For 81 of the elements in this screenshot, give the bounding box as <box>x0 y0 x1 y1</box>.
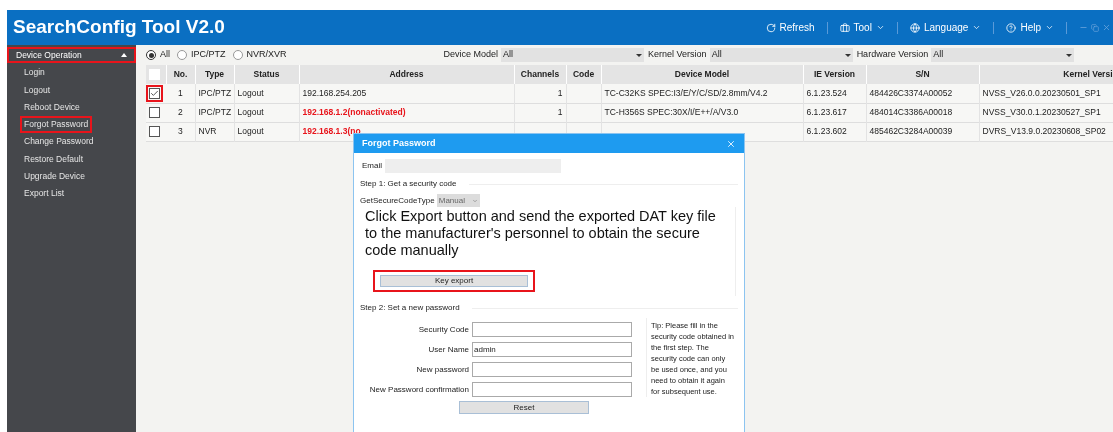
close-icon[interactable] <box>1102 23 1111 32</box>
section-label: Step 2: Set a new password <box>360 302 460 314</box>
check-icon <box>150 88 159 98</box>
table-cell: NVSS_V30.0.1.20230527_SP1 <box>979 103 1113 122</box>
input-field[interactable]: admin <box>472 342 632 357</box>
filter-label: Device Model <box>443 48 499 62</box>
sidebar-group[interactable]: Device Operation <box>9 49 134 61</box>
input-field[interactable] <box>472 382 632 397</box>
row-checkbox[interactable] <box>149 107 160 118</box>
sidebar-item[interactable]: Export List <box>22 187 67 201</box>
radio-option[interactable]: IPC/PTZ <box>177 48 226 62</box>
table-cell: 1 <box>514 84 566 103</box>
field-label: User Name <box>428 343 469 356</box>
table-cell: 1 <box>514 103 566 122</box>
sidebar-item[interactable]: Forgot Password <box>22 118 91 131</box>
table-cell: Logout <box>234 84 299 103</box>
menu-icon <box>1006 22 1017 33</box>
section-label: Step 1: Get a security code <box>360 178 457 190</box>
key-export-button[interactable]: Key export <box>380 275 528 287</box>
instruction-text: Click Export button and send the exported DAT key file to the manufacturer's personnel to obtain the secure code manually <box>364 208 717 259</box>
sidebar-item[interactable]: Reboot Device <box>22 100 82 114</box>
select-all-checkbox[interactable] <box>149 69 160 80</box>
menu-button[interactable]: Help <box>1006 20 1054 35</box>
table-cell: 192.168.254.205 <box>299 84 514 103</box>
triangle-icon <box>121 53 127 57</box>
table-cell: 3 <box>166 122 195 141</box>
table-cell: Logout <box>234 122 299 141</box>
caret-icon <box>1066 53 1073 57</box>
menu-icon <box>765 22 776 33</box>
table-cell: 6.1.23.617 <box>803 103 866 122</box>
caret-icon <box>636 53 643 57</box>
menu-button[interactable]: Refresh <box>765 20 815 35</box>
menu-icon <box>839 22 850 33</box>
input-field[interactable] <box>472 362 632 377</box>
sidebar-item[interactable]: Upgrade Device <box>22 170 87 183</box>
table-cell: 2 <box>166 103 195 122</box>
sidebar-item[interactable]: Logout <box>22 83 52 97</box>
reset-button[interactable]: Reset <box>459 401 589 414</box>
caret-icon <box>972 23 982 32</box>
table-cell: TC-H356S SPEC:30X/I/E++/A/V3.0 <box>601 103 803 122</box>
table-cell: 6.1.23.524 <box>803 84 866 103</box>
table-cell: 484426C3374A00052 <box>866 84 979 103</box>
table-cell: 485462C3284A00039 <box>866 122 979 141</box>
window-title: SearchConfig Tool V2.0 <box>13 15 225 40</box>
close-icon[interactable] <box>726 138 736 149</box>
filter-dropdown[interactable]: All <box>501 48 645 62</box>
sidebar-item[interactable]: Change Password <box>22 135 96 149</box>
table-cell: NVR <box>195 122 234 141</box>
sidebar-item[interactable]: Restore Default <box>22 152 86 166</box>
table-cell: Logout <box>234 103 299 122</box>
table-cell: DVRS_V13.9.0.20230608_SP02 <box>979 122 1113 141</box>
filter-dropdown[interactable]: All <box>709 48 853 62</box>
field-label: GetSecureCodeType <box>360 194 435 207</box>
table-cell: IPC/PTZ <box>195 103 234 122</box>
caret-icon <box>1045 23 1054 32</box>
menu-button[interactable]: Language <box>909 20 982 35</box>
table-cell: IPC/PTZ <box>195 84 234 103</box>
restore-icon[interactable] <box>1091 23 1099 32</box>
table-cell: NVSS_V26.0.0.20230501_SP1 <box>979 84 1113 103</box>
menu-icon <box>909 22 920 33</box>
filter-dropdown[interactable]: All <box>931 48 1075 62</box>
field-label: Security Code <box>418 323 469 336</box>
caret-icon <box>471 197 478 204</box>
caret-icon <box>875 23 885 32</box>
sidebar-item[interactable]: Login <box>22 66 47 79</box>
field-label: New Password confirmation <box>369 383 469 396</box>
table-cell: 6.1.23.602 <box>803 122 866 141</box>
input-field[interactable] <box>472 322 632 337</box>
menu-button[interactable]: Tool <box>839 20 885 35</box>
filter-label: Kernel Version <box>648 48 707 62</box>
radio-option[interactable]: All <box>146 48 170 62</box>
table-cell: TC-C32KS SPEC:I3/E/Y/C/SD/2.8mm/V4.2 <box>601 84 803 103</box>
filter-label: Hardware Version <box>856 48 929 62</box>
radio-option[interactable]: NVR/XVR <box>232 48 287 62</box>
table-cell: 484014C3386A00018 <box>866 103 979 122</box>
table-cell: 1 <box>166 84 195 103</box>
table-cell: 192.168.1.2(nonactivated) <box>299 103 514 122</box>
field-label: Email <box>362 160 382 172</box>
row-checkbox[interactable] <box>149 126 160 137</box>
field-label: New password <box>416 363 469 376</box>
caret-icon <box>844 53 851 57</box>
